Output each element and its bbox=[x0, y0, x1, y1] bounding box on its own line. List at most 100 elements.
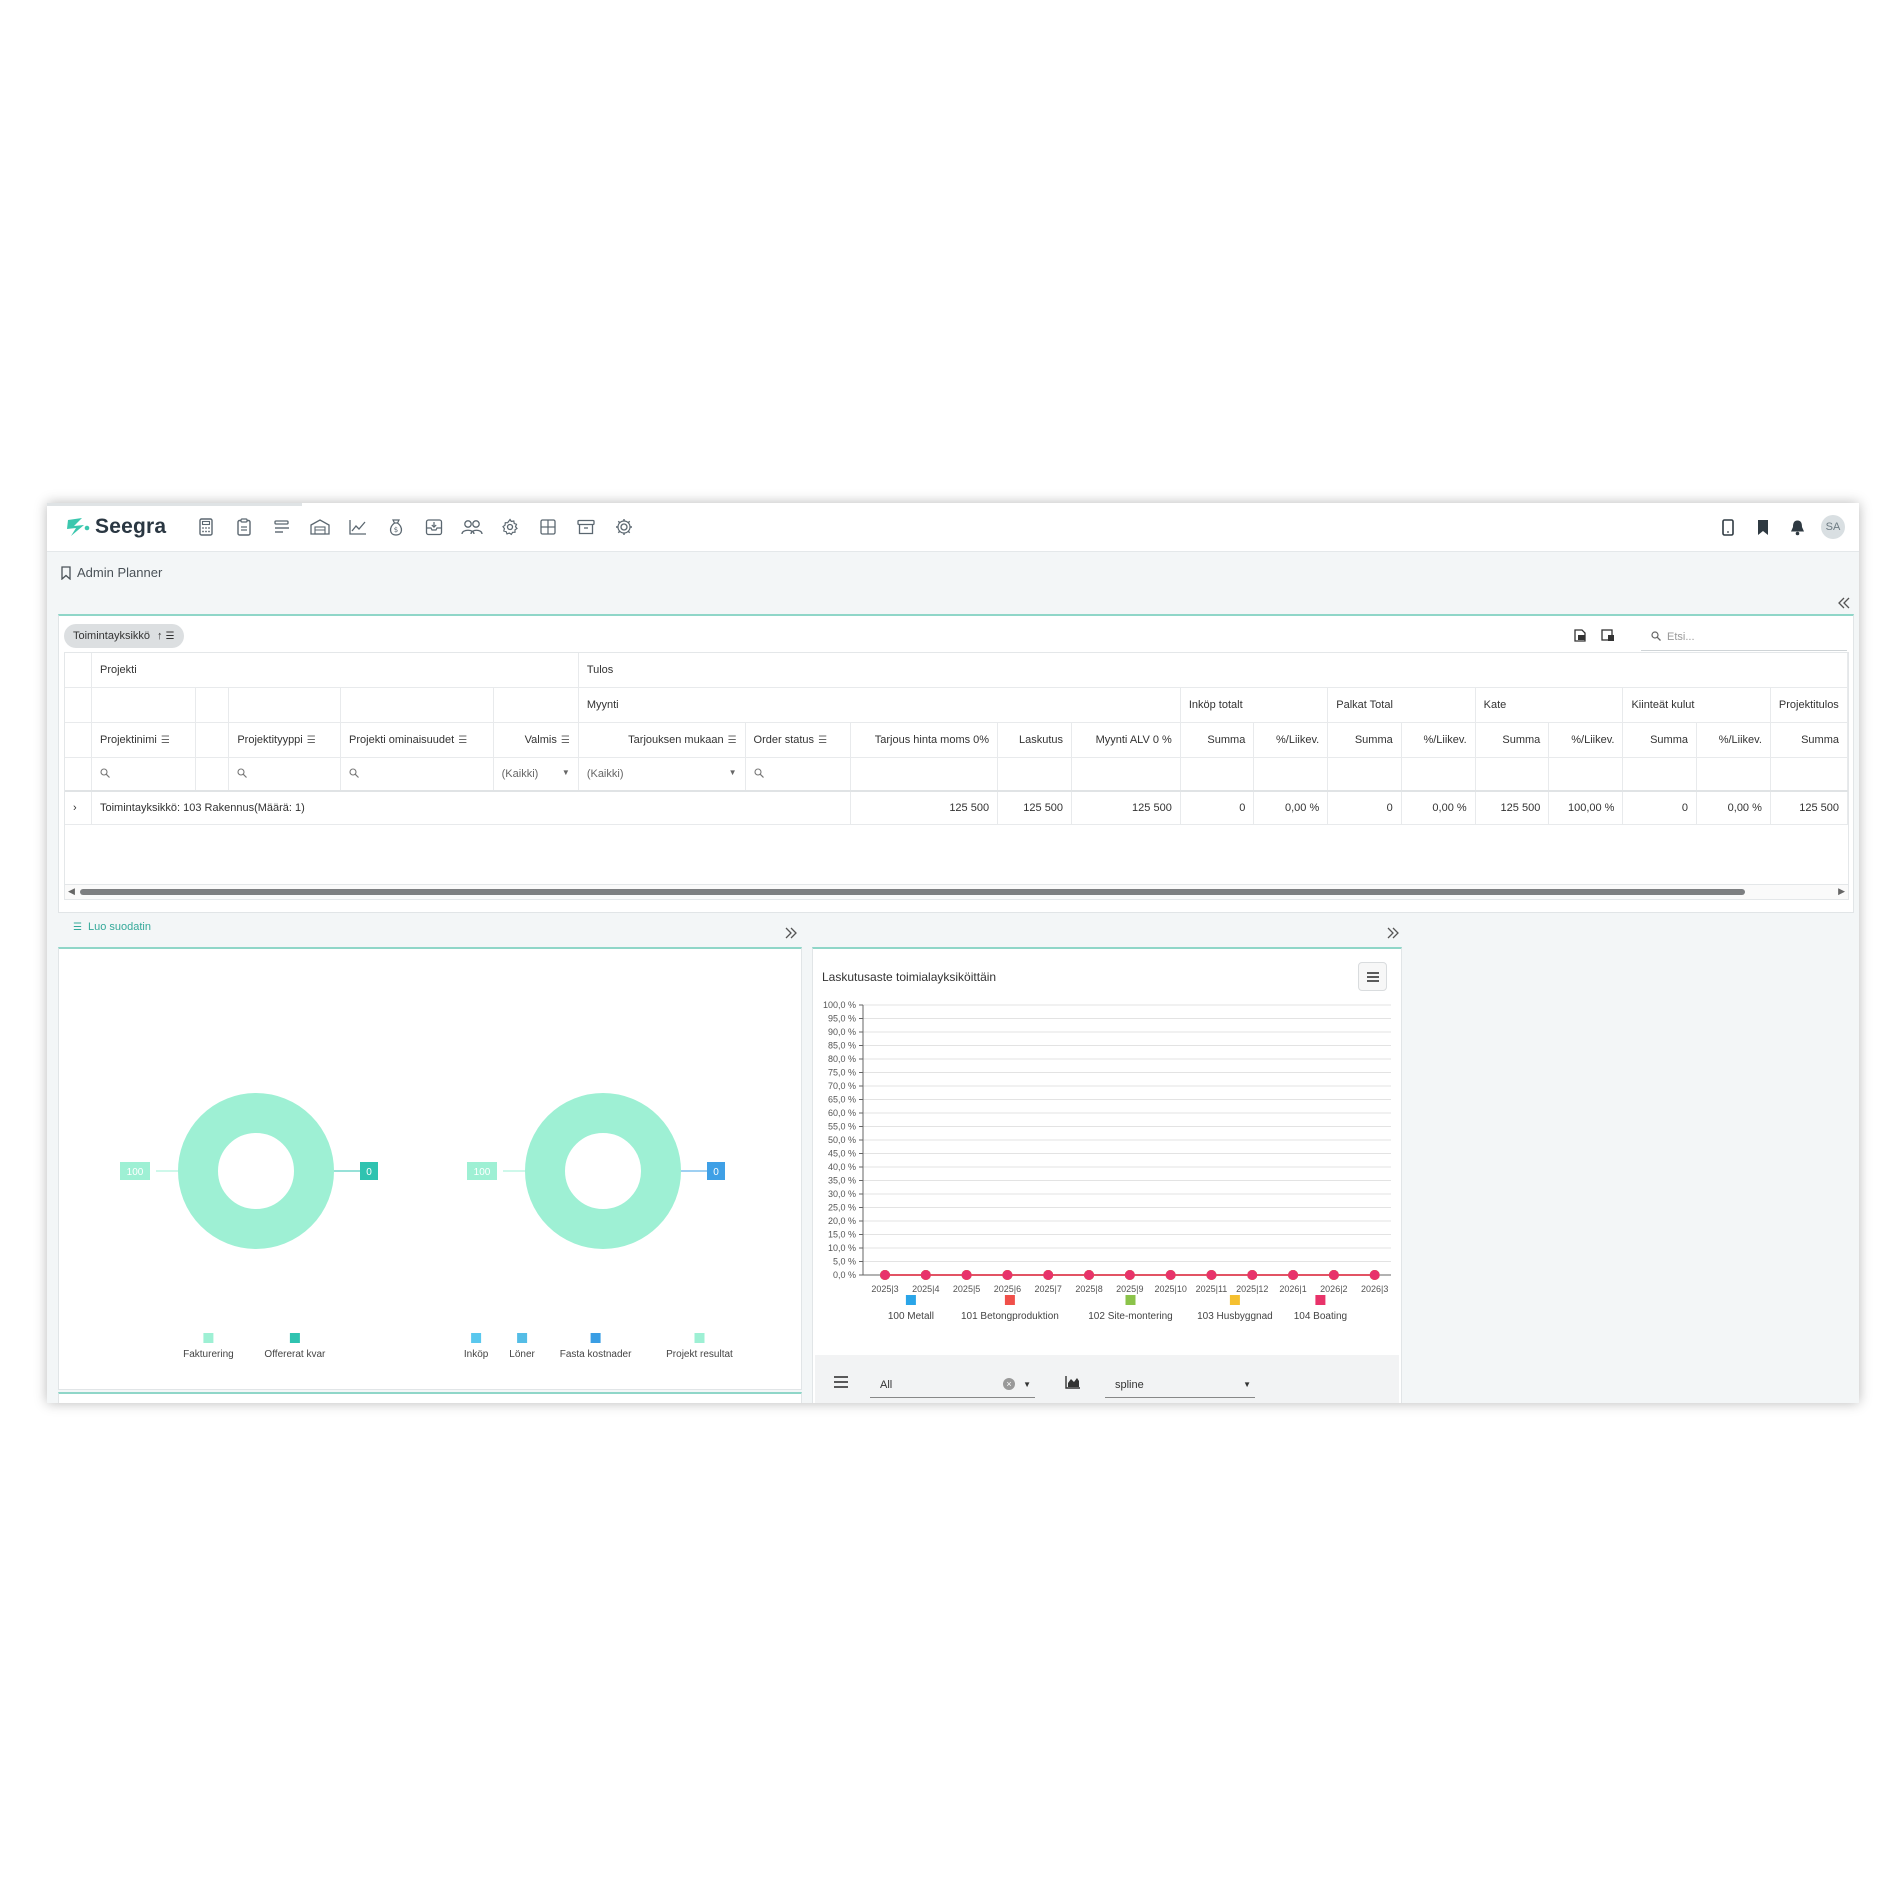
bookmark-outline-icon[interactable] bbox=[61, 565, 71, 580]
col-kiinteat-pct[interactable]: %/Liikev. bbox=[1696, 722, 1771, 758]
expand-right-icon[interactable] bbox=[784, 926, 798, 943]
data-point[interactable] bbox=[961, 1270, 972, 1280]
create-filter-link[interactable]: ☰ Luo suodatin bbox=[73, 921, 151, 933]
data-point[interactable] bbox=[1206, 1270, 1217, 1280]
data-point[interactable] bbox=[1124, 1270, 1135, 1280]
filter-icon[interactable]: ☰ bbox=[818, 735, 827, 746]
legend-label[interactable]: Löner bbox=[509, 1349, 535, 1360]
legend-label[interactable]: Projekt resultat bbox=[666, 1349, 733, 1360]
legend-label[interactable]: Fasta kostnader bbox=[560, 1349, 632, 1360]
clear-icon[interactable]: × bbox=[1003, 1378, 1015, 1390]
filter-tarjouksen[interactable]: (Kaikki) ▼ bbox=[578, 757, 746, 792]
expand-chevron-icon[interactable]: › bbox=[65, 790, 92, 825]
filter-projektityyppi[interactable] bbox=[228, 757, 342, 792]
users-icon[interactable] bbox=[453, 515, 491, 539]
legend-label[interactable]: 102 Site-montering bbox=[1088, 1311, 1173, 1322]
filter-ominaisuudet[interactable] bbox=[340, 757, 494, 792]
data-point[interactable] bbox=[920, 1270, 931, 1280]
bell-icon[interactable] bbox=[1780, 513, 1815, 541]
filter-icon[interactable]: ☰ bbox=[166, 631, 175, 642]
legend-label[interactable]: 104 Boating bbox=[1294, 1311, 1347, 1322]
filter-valmis[interactable]: (Kaikki) ▼ bbox=[493, 757, 579, 792]
legend-swatch[interactable] bbox=[905, 1295, 916, 1305]
legend-swatch[interactable] bbox=[1004, 1295, 1015, 1305]
data-point[interactable] bbox=[1043, 1270, 1054, 1280]
table-row[interactable]: › Toimintayksikkö: 103 Rakennus(Määrä: 1… bbox=[65, 790, 1848, 825]
tablet-icon[interactable] bbox=[1710, 513, 1745, 541]
col-projektinimi[interactable]: Projektinimi ☰ bbox=[91, 722, 196, 758]
data-point[interactable] bbox=[1288, 1270, 1299, 1280]
col-kate-pct[interactable]: %/Liikev. bbox=[1548, 722, 1624, 758]
legend-label[interactable]: 103 Husbyggnad bbox=[1197, 1311, 1273, 1322]
warehouse-icon[interactable] bbox=[301, 515, 339, 539]
legend-swatch[interactable] bbox=[590, 1333, 601, 1343]
col-palkat-pct[interactable]: %/Liikev. bbox=[1401, 722, 1476, 758]
legend-swatch[interactable] bbox=[1229, 1295, 1240, 1305]
filter-icon[interactable]: ☰ bbox=[728, 735, 737, 746]
chart-type-select[interactable]: spline ▼ bbox=[1105, 1373, 1255, 1398]
data-point[interactable] bbox=[1084, 1270, 1095, 1280]
avatar[interactable]: SA bbox=[1821, 515, 1845, 539]
area-chart-icon[interactable] bbox=[1065, 1375, 1081, 1394]
col-palkat-summa[interactable]: Summa bbox=[1327, 722, 1402, 758]
collapse-left-icon[interactable] bbox=[1837, 596, 1851, 613]
legend-swatch[interactable] bbox=[203, 1333, 214, 1343]
archive-icon[interactable] bbox=[567, 515, 605, 539]
logo[interactable]: Seegra bbox=[65, 513, 166, 541]
scrollbar-thumb[interactable] bbox=[80, 889, 1745, 895]
sort-up-icon[interactable]: ↑ bbox=[157, 630, 163, 642]
filter-projektinimi[interactable] bbox=[91, 757, 196, 792]
gear-icon[interactable] bbox=[491, 515, 529, 539]
filter-icon[interactable]: ☰ bbox=[307, 735, 316, 746]
col-valmis[interactable]: Valmis ☰ bbox=[493, 722, 579, 758]
col-projektitulos-summa[interactable]: Summa bbox=[1770, 722, 1848, 758]
col-myynti-alv[interactable]: Myynti ALV 0 % bbox=[1071, 722, 1181, 758]
legend-label[interactable]: Inköp bbox=[464, 1349, 489, 1360]
legend-swatch[interactable] bbox=[694, 1333, 705, 1343]
legend-swatch[interactable] bbox=[289, 1333, 300, 1343]
export-excel-icon[interactable] bbox=[1573, 629, 1587, 647]
legend-swatch[interactable] bbox=[1125, 1295, 1136, 1305]
legend-label[interactable]: 100 Metall bbox=[888, 1311, 934, 1322]
col-order-status[interactable]: Order status ☰ bbox=[745, 722, 852, 758]
group-chip[interactable]: Toimintayksikkö ↑ ☰ bbox=[64, 624, 184, 648]
scroll-right-icon[interactable]: ▶ bbox=[1838, 886, 1845, 897]
filter-order-status[interactable] bbox=[745, 757, 852, 792]
inbox-icon[interactable] bbox=[415, 515, 453, 539]
dropdown-caret-icon[interactable]: ▼ bbox=[1243, 1380, 1251, 1389]
horizontal-scrollbar[interactable]: ◀ ▶ bbox=[64, 884, 1849, 900]
clipboard-icon[interactable] bbox=[225, 515, 263, 539]
data-point[interactable] bbox=[1328, 1270, 1339, 1280]
data-point[interactable] bbox=[1002, 1270, 1013, 1280]
data-point[interactable] bbox=[880, 1270, 890, 1280]
grid-icon[interactable] bbox=[529, 515, 567, 539]
list-icon[interactable] bbox=[263, 515, 301, 539]
col-inkop-summa[interactable]: Summa bbox=[1180, 722, 1255, 758]
filter-icon[interactable]: ☰ bbox=[458, 735, 467, 746]
legend-label[interactable]: Offererat kvar bbox=[264, 1349, 326, 1360]
filter-icon[interactable]: ☰ bbox=[561, 735, 570, 746]
calculator-icon[interactable] bbox=[187, 515, 225, 539]
line-chart-icon[interactable] bbox=[339, 515, 377, 539]
col-inkop-pct[interactable]: %/Liikev. bbox=[1253, 722, 1329, 758]
legend-label[interactable]: Fakturering bbox=[183, 1349, 234, 1360]
col-kiinteat-summa[interactable]: Summa bbox=[1622, 722, 1697, 758]
grid-search[interactable]: Etsi... bbox=[1641, 624, 1847, 651]
donut-slice[interactable] bbox=[525, 1093, 681, 1249]
bookmark-icon[interactable] bbox=[1745, 513, 1780, 541]
dropdown-caret-icon[interactable]: ▼ bbox=[1023, 1380, 1031, 1389]
legend-label[interactable]: 101 Betongproduktion bbox=[961, 1311, 1059, 1322]
expand-right-icon[interactable] bbox=[1386, 926, 1400, 943]
legend-swatch[interactable] bbox=[1315, 1295, 1326, 1305]
scroll-left-icon[interactable]: ◀ bbox=[68, 886, 75, 897]
col-kate-summa[interactable]: Summa bbox=[1475, 722, 1550, 758]
col-tarjous-hinta[interactable]: Tarjous hinta moms 0% bbox=[850, 722, 999, 758]
series-select[interactable]: All × ▼ bbox=[870, 1373, 1035, 1398]
col-ominaisuudet[interactable]: Projekti ominaisuudet ☰ bbox=[340, 722, 494, 758]
legend-swatch[interactable] bbox=[471, 1333, 482, 1343]
series-line[interactable] bbox=[880, 1270, 1380, 1280]
col-laskutus[interactable]: Laskutus bbox=[997, 722, 1073, 758]
filter-icon[interactable]: ☰ bbox=[161, 735, 170, 746]
col-tarjouksen[interactable]: Tarjouksen mukaan ☰ bbox=[578, 722, 746, 758]
money-bag-icon[interactable]: $ bbox=[377, 515, 415, 539]
